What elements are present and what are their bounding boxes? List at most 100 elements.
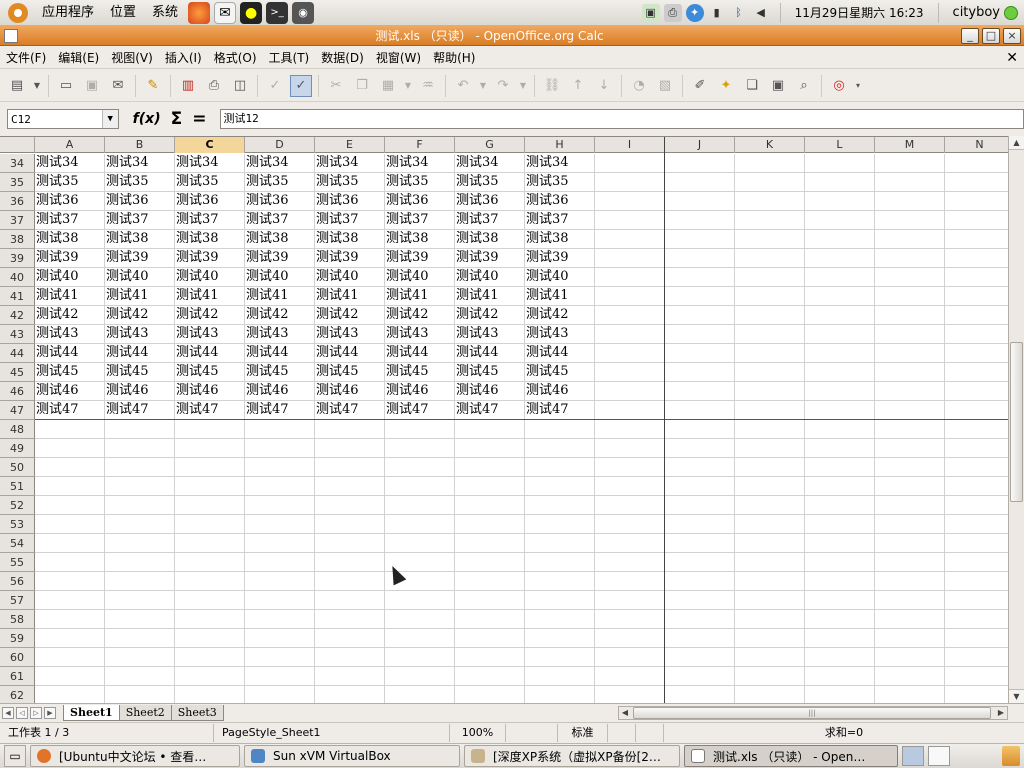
cell[interactable]: [595, 591, 665, 609]
cell[interactable]: 测试42: [35, 306, 105, 324]
column-header-e[interactable]: E: [315, 137, 385, 153]
cell[interactable]: [735, 629, 805, 647]
cell[interactable]: [805, 420, 875, 438]
cell[interactable]: 测试34: [35, 154, 105, 172]
row-header[interactable]: 43: [0, 325, 35, 344]
cell[interactable]: [875, 344, 945, 362]
cell[interactable]: [805, 534, 875, 552]
cell[interactable]: 测试35: [105, 173, 175, 191]
cell[interactable]: [175, 686, 245, 703]
cell[interactable]: [735, 439, 805, 457]
cell[interactable]: [945, 515, 1008, 533]
cut-icon[interactable]: ✂: [325, 75, 347, 97]
cell[interactable]: 测试38: [35, 230, 105, 248]
row-header[interactable]: 51: [0, 477, 35, 496]
cell[interactable]: [35, 534, 105, 552]
cell[interactable]: [385, 420, 455, 438]
show-draw-functions-icon[interactable]: ✐: [689, 75, 711, 97]
cell[interactable]: [665, 477, 735, 495]
cell[interactable]: [245, 496, 315, 514]
cell[interactable]: [665, 534, 735, 552]
cell[interactable]: [945, 667, 1008, 685]
cell[interactable]: [875, 439, 945, 457]
cell[interactable]: [805, 477, 875, 495]
task-calc[interactable]: 测试.xls （只读） - Open…: [684, 745, 898, 767]
menu-system[interactable]: 系统: [144, 0, 186, 26]
cell[interactable]: [665, 591, 735, 609]
cell[interactable]: [595, 154, 665, 172]
cell[interactable]: [385, 629, 455, 647]
cell[interactable]: 测试40: [245, 268, 315, 286]
cell[interactable]: [805, 610, 875, 628]
cell[interactable]: [525, 667, 595, 685]
autospellcheck-icon[interactable]: ✓: [290, 74, 312, 97]
cell[interactable]: [245, 572, 315, 590]
cell[interactable]: 测试46: [385, 382, 455, 400]
cell[interactable]: [35, 629, 105, 647]
tab-sheet3[interactable]: Sheet3: [170, 704, 224, 721]
column-header-n[interactable]: N: [945, 137, 1008, 153]
cell[interactable]: 测试46: [525, 382, 595, 400]
new-document-icon[interactable]: ▤: [6, 75, 28, 97]
cell[interactable]: [105, 648, 175, 666]
cell[interactable]: [945, 382, 1008, 400]
cell[interactable]: 测试35: [175, 173, 245, 191]
cell[interactable]: [105, 477, 175, 495]
redo-dropdown-icon[interactable]: ▼: [518, 75, 528, 97]
cell[interactable]: [805, 553, 875, 571]
cell[interactable]: 测试44: [385, 344, 455, 362]
cell[interactable]: 测试43: [315, 325, 385, 343]
cell[interactable]: [595, 230, 665, 248]
cell[interactable]: 测试47: [35, 401, 105, 419]
cell[interactable]: [525, 420, 595, 438]
cell[interactable]: [595, 344, 665, 362]
cell[interactable]: [175, 477, 245, 495]
cell[interactable]: [665, 173, 735, 191]
row-header[interactable]: 44: [0, 344, 35, 363]
column-header-b[interactable]: B: [105, 137, 175, 153]
cell[interactable]: [805, 325, 875, 343]
edit-file-icon[interactable]: ✎: [142, 75, 164, 97]
cell[interactable]: 测试37: [385, 211, 455, 229]
cell[interactable]: [595, 458, 665, 476]
cell[interactable]: 测试46: [455, 382, 525, 400]
sum-icon[interactable]: Σ: [171, 109, 183, 129]
cell[interactable]: [595, 420, 665, 438]
cell[interactable]: [105, 667, 175, 685]
cell[interactable]: [805, 306, 875, 324]
cell[interactable]: [595, 610, 665, 628]
cell[interactable]: [525, 496, 595, 514]
cell[interactable]: [665, 363, 735, 381]
row-header[interactable]: 39: [0, 249, 35, 268]
cell[interactable]: [595, 306, 665, 324]
last-sheet-icon[interactable]: ▶: [44, 706, 56, 719]
cell[interactable]: [315, 591, 385, 609]
cell[interactable]: 测试38: [315, 230, 385, 248]
cell[interactable]: [735, 344, 805, 362]
cell[interactable]: [35, 496, 105, 514]
cell[interactable]: [595, 496, 665, 514]
cell[interactable]: 测试36: [245, 192, 315, 210]
formula-icon[interactable]: =: [192, 109, 206, 129]
cell[interactable]: [595, 515, 665, 533]
cell[interactable]: [385, 648, 455, 666]
cell[interactable]: [175, 629, 245, 647]
cell[interactable]: 测试47: [315, 401, 385, 419]
cell[interactable]: [945, 268, 1008, 286]
cell[interactable]: 测试35: [315, 173, 385, 191]
cell[interactable]: [175, 496, 245, 514]
cell[interactable]: 测试46: [245, 382, 315, 400]
cell[interactable]: 测试36: [525, 192, 595, 210]
cell[interactable]: 测试34: [525, 154, 595, 172]
cell[interactable]: [945, 458, 1008, 476]
cell[interactable]: 测试39: [525, 249, 595, 267]
new-dropdown-icon[interactable]: ▼: [32, 75, 42, 97]
cell[interactable]: 测试39: [385, 249, 455, 267]
cell[interactable]: 测试47: [455, 401, 525, 419]
next-sheet-icon[interactable]: ▷: [30, 706, 42, 719]
cell[interactable]: 测试36: [455, 192, 525, 210]
cell[interactable]: [805, 572, 875, 590]
spreadsheet-grid[interactable]: ABCDEFGHIJKLMN 34 35 36 37 38 39 40 41 42 43 44 45 4…: [0, 136, 1008, 703]
cell[interactable]: 测试44: [175, 344, 245, 362]
cell[interactable]: [875, 173, 945, 191]
